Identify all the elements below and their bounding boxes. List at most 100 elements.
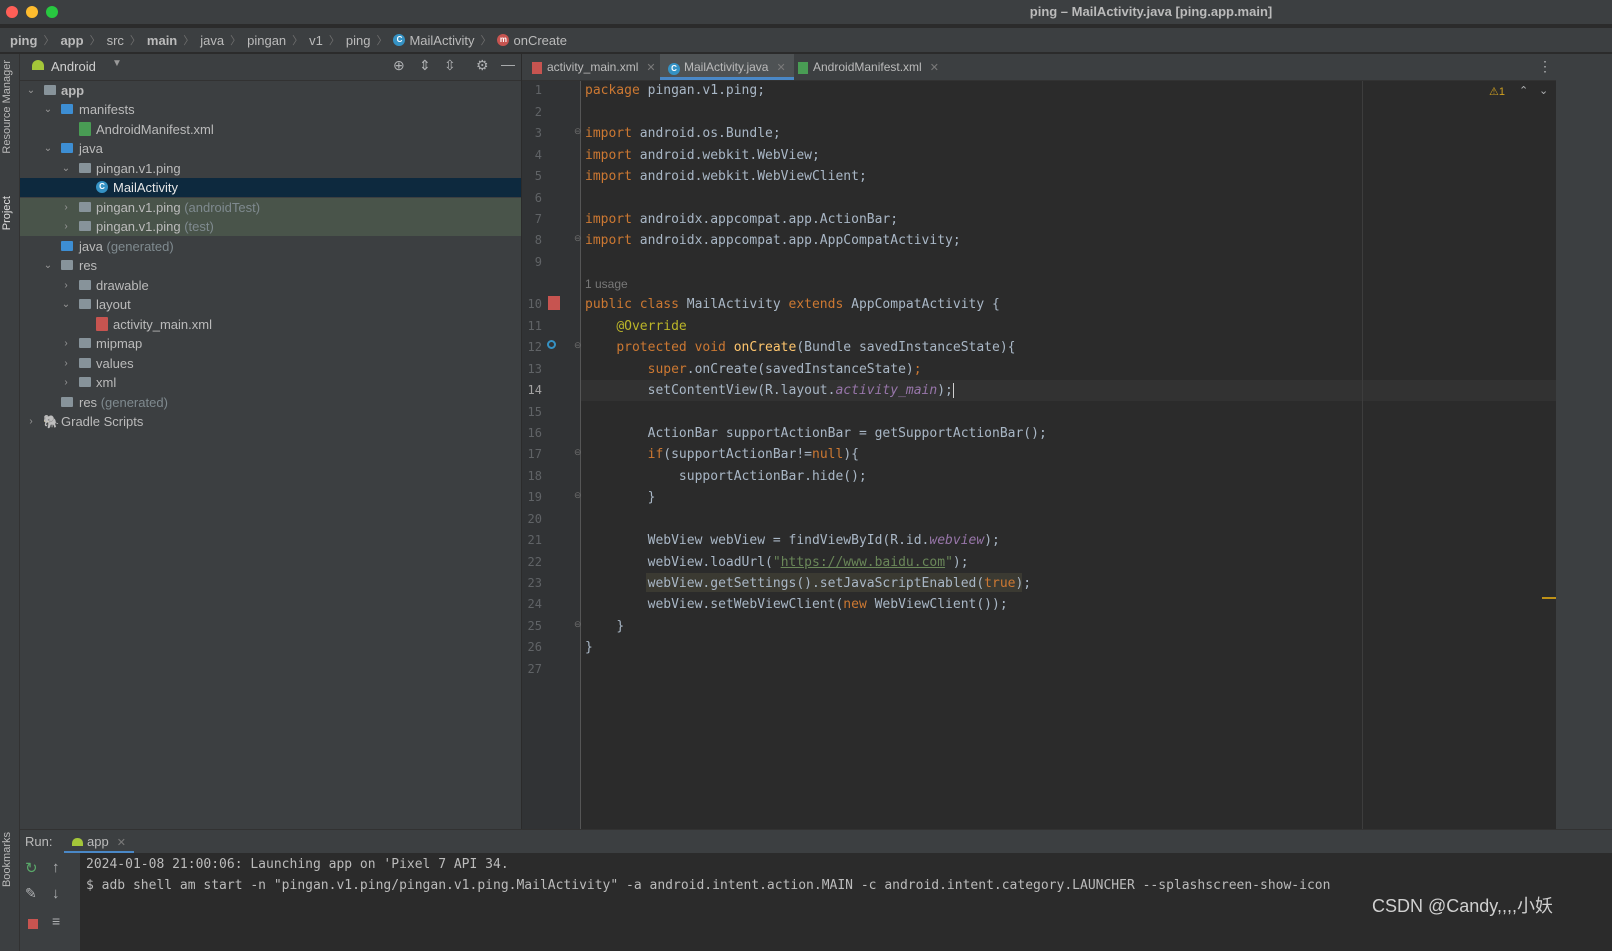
chevron-down-icon[interactable]: ⌄ xyxy=(61,295,71,314)
editor-tabs: activity_main.xml ✕ C MailActivity.java ✕ A… xyxy=(522,54,1612,81)
chevron-right-icon[interactable]: › xyxy=(61,334,71,353)
chevron-down-icon[interactable]: ⌄ xyxy=(61,159,71,178)
project-panel-header: Android ▼ ⊕ ⇕ ⇳ ⚙ — xyxy=(20,54,521,81)
url-link[interactable]: https://www.baidu.com xyxy=(781,555,945,570)
tree-item-gradle-scripts[interactable]: › 🐘 Gradle Scripts xyxy=(20,412,521,431)
expand-all-icon[interactable]: ⇕ xyxy=(419,57,431,74)
tab-activity-main[interactable]: activity_main.xml ✕ xyxy=(524,54,664,80)
breadcrumb-item[interactable]: java xyxy=(200,33,224,48)
breadcrumb-item[interactable]: src xyxy=(107,33,124,48)
close-icon[interactable]: ✕ xyxy=(776,62,785,74)
package-icon xyxy=(79,163,91,173)
tree-item-package-test[interactable]: › pingan.v1.ping (test) xyxy=(20,217,521,236)
chevron-down-icon[interactable]: ⌄ xyxy=(43,256,53,275)
chevron-right-icon[interactable]: › xyxy=(26,412,36,431)
arrow-down-icon[interactable]: ↓ xyxy=(52,885,60,902)
warning-indicator[interactable]: ⚠1 xyxy=(1489,85,1505,98)
stop-icon[interactable] xyxy=(28,919,38,929)
chevron-right-icon[interactable]: › xyxy=(61,217,71,236)
tree-item-mailactivity[interactable]: C MailActivity xyxy=(20,178,521,197)
hide-panel-icon[interactable]: — xyxy=(501,56,515,72)
chevron-right-icon[interactable]: › xyxy=(61,276,71,295)
collapse-all-icon[interactable]: ⇳ xyxy=(444,57,456,74)
gradle-icon: 🐘 xyxy=(43,414,60,429)
folder-icon xyxy=(79,299,91,309)
arrow-up-icon[interactable]: ↑ xyxy=(52,859,60,876)
class-icon: C xyxy=(668,63,680,75)
view-selector[interactable]: Android xyxy=(51,59,96,74)
resources-folder-icon xyxy=(61,260,73,270)
tab-androidmanifest[interactable]: AndroidManifest.xml ✕ xyxy=(790,54,947,80)
package-icon xyxy=(79,221,91,231)
tree-item-layout[interactable]: ⌄ layout xyxy=(20,295,521,314)
tree-item-res-generated[interactable]: res (generated) xyxy=(20,393,521,412)
xml-file-icon xyxy=(798,61,808,74)
module-folder-icon xyxy=(44,85,56,95)
breadcrumb-item[interactable]: pingan xyxy=(247,33,286,48)
breadcrumb-item[interactable]: C MailActivity xyxy=(393,33,474,48)
folder-icon xyxy=(61,143,73,153)
tree-item-activity-main[interactable]: activity_main.xml xyxy=(20,315,521,334)
breadcrumb-item[interactable]: ping xyxy=(10,33,37,48)
tree-item-package[interactable]: ⌄ pingan.v1.ping xyxy=(20,159,521,178)
folder-icon xyxy=(79,377,91,387)
tree-item-package-androidtest[interactable]: › pingan.v1.ping (androidTest) xyxy=(20,198,521,217)
chevron-right-icon[interactable]: › xyxy=(61,198,71,217)
chevron-down-icon[interactable]: ⌄ xyxy=(1539,84,1548,97)
folder-icon xyxy=(79,280,91,290)
tree-item-mipmap[interactable]: › mipmap xyxy=(20,334,521,353)
soft-wrap-icon[interactable]: ≡ xyxy=(52,913,60,929)
chevron-up-icon[interactable]: ⌃ xyxy=(1519,84,1528,97)
class-icon: C xyxy=(393,34,406,46)
code-editor[interactable]: package pingan.v1.ping; import android.o… xyxy=(581,81,1556,829)
wrench-icon[interactable]: ✎ xyxy=(25,885,37,902)
resource-manager-tab[interactable]: Resource Manager xyxy=(1,60,13,154)
chevron-right-icon[interactable]: › xyxy=(61,373,71,392)
console-line: 2024-01-08 21:00:06: Launching app on 'P… xyxy=(86,857,509,872)
right-tool-stripe xyxy=(1556,54,1612,829)
layout-gutter-icon[interactable] xyxy=(548,296,560,310)
text-cursor xyxy=(952,383,954,398)
tree-item-res[interactable]: ⌄ res xyxy=(20,256,521,275)
tab-mailactivity[interactable]: C MailActivity.java ✕ xyxy=(660,54,794,80)
right-margin-guide xyxy=(1362,81,1363,829)
breadcrumb-item[interactable]: v1 xyxy=(309,33,323,48)
tree-item-java-generated[interactable]: java (generated) xyxy=(20,237,521,256)
breadcrumb-item[interactable]: m onCreate xyxy=(497,33,567,48)
tree-item-androidmanifest[interactable]: AndroidManifest.xml xyxy=(20,120,521,139)
more-options-icon[interactable]: ⋮ xyxy=(1538,58,1552,75)
tree-item-manifests[interactable]: ⌄ manifests xyxy=(20,100,521,119)
package-icon xyxy=(79,202,91,212)
warning-stripe-marker[interactable] xyxy=(1542,597,1556,599)
chevron-right-icon[interactable]: › xyxy=(61,354,71,373)
android-icon xyxy=(32,60,44,70)
chevron-down-icon[interactable]: ⌄ xyxy=(26,81,36,100)
run-tab-app[interactable]: app ✕ xyxy=(64,830,134,854)
bookmarks-tab[interactable]: Bookmarks xyxy=(1,832,13,887)
chevron-down-icon[interactable]: ⌄ xyxy=(43,100,53,119)
close-icon[interactable]: ✕ xyxy=(930,62,939,74)
override-gutter-icon[interactable] xyxy=(547,340,556,349)
close-icon[interactable]: ✕ xyxy=(117,837,126,849)
chevron-down-icon[interactable]: ⌄ xyxy=(43,139,53,158)
project-tab[interactable]: Project xyxy=(1,196,13,230)
xml-file-icon xyxy=(79,122,91,136)
tree-item-drawable[interactable]: › drawable xyxy=(20,276,521,295)
usage-hint[interactable]: 1 usage xyxy=(585,277,628,291)
run-label: Run: xyxy=(25,834,53,849)
breadcrumb-item[interactable]: main xyxy=(147,33,177,48)
tree-item-xml[interactable]: › xml xyxy=(20,373,521,392)
close-icon[interactable]: ✕ xyxy=(646,62,655,74)
tree-item-app[interactable]: ⌄ app xyxy=(20,81,521,100)
rerun-icon[interactable]: ↻ xyxy=(25,859,38,877)
class-icon: C xyxy=(96,181,108,193)
android-icon xyxy=(72,838,83,846)
breadcrumb-item[interactable]: app xyxy=(60,33,83,48)
tree-item-java[interactable]: ⌄ java xyxy=(20,139,521,158)
chevron-down-icon[interactable]: ▼ xyxy=(112,58,122,69)
breadcrumb-item[interactable]: ping xyxy=(346,33,371,48)
locate-icon[interactable]: ⊕ xyxy=(393,57,405,74)
method-icon: m xyxy=(497,34,510,46)
tree-item-values[interactable]: › values xyxy=(20,354,521,373)
gear-icon[interactable]: ⚙ xyxy=(476,57,489,74)
